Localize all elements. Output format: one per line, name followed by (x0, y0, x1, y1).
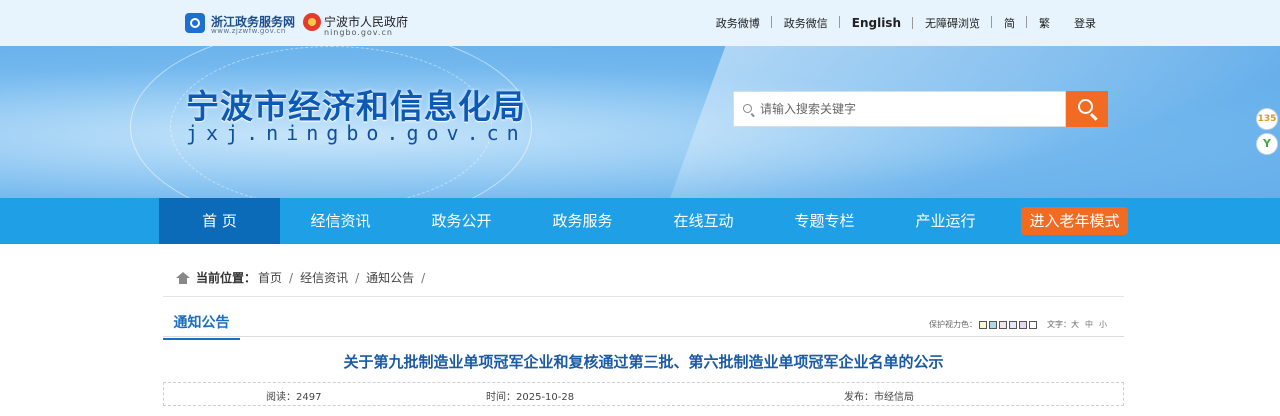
top-link-traditional[interactable]: 繁 (1027, 15, 1062, 31)
ningbo-gov-logo-link[interactable]: 宁波市人民政府 ningbo.gov.cn (303, 13, 413, 37)
senior-mode-button[interactable]: 进入老年模式 (1021, 207, 1128, 235)
nav-gov-service[interactable]: 政务服务 (522, 198, 643, 244)
font-size-small[interactable]: 小 (1099, 319, 1107, 330)
breadcrumb-separator: / (421, 270, 426, 285)
nav-industry[interactable]: 产业运行 (885, 198, 1006, 244)
site-domain: jxj.ningbo.gov.cn (186, 121, 527, 145)
search-icon (743, 104, 752, 113)
breadcrumb-home[interactable]: 首页 (258, 269, 282, 286)
breadcrumb-news[interactable]: 经信资讯 (300, 269, 348, 286)
nav-news[interactable]: 经信资讯 (280, 198, 401, 244)
section-tab-notices[interactable]: 通知公告 (163, 312, 240, 340)
top-link-weibo[interactable]: 政务微博 (704, 15, 772, 31)
vision-color-label: 保护视力色： (929, 320, 977, 329)
search-button[interactable] (1066, 91, 1108, 127)
floating-135-badge[interactable]: 135 (1256, 108, 1278, 130)
vision-color-swatch-purple[interactable] (1019, 320, 1027, 329)
article-publisher: 发布：市经信局 (844, 392, 914, 403)
search-icon (1078, 99, 1093, 114)
breadcrumb-separator: / (289, 270, 294, 285)
font-size-medium[interactable]: 中 (1085, 319, 1093, 330)
vision-color-swatch-pink[interactable] (999, 320, 1007, 329)
article-date: 时间：2025-10-28 (486, 392, 575, 403)
reading-tools: 保护视力色： 文字： 大 中 小 (929, 319, 1107, 330)
nav-interaction[interactable]: 在线互动 (643, 198, 764, 244)
top-link-simplified[interactable]: 简 (992, 15, 1027, 31)
breadcrumb: 当前位置： 首页 / 经信资讯 / 通知公告 / (176, 269, 432, 286)
breadcrumb-notices[interactable]: 通知公告 (366, 269, 414, 286)
vision-color-swatch-lavender[interactable] (1009, 320, 1017, 329)
font-size-label: 文字： (1047, 320, 1071, 329)
nav-gov-open[interactable]: 政务公开 (401, 198, 522, 244)
vision-color-swatch-white[interactable] (1029, 320, 1037, 329)
vision-color-swatch-yellow[interactable] (979, 320, 987, 329)
nav-topics[interactable]: 专题专栏 (764, 198, 885, 244)
top-link-accessibility[interactable]: 无障碍浏览 (913, 15, 992, 31)
zjzwfw-logo-url: www.zjzwfw.gov.cn (211, 27, 286, 35)
font-size-large[interactable]: 大 (1071, 319, 1079, 330)
vision-color-swatch-blue[interactable] (989, 320, 997, 329)
location-home-icon (176, 271, 190, 284)
main-nav: 首 页 经信资讯 政务公开 政务服务 在线互动 专题专栏 产业运行 进入老年模式 (0, 198, 1280, 244)
section-divider (163, 336, 1124, 337)
floating-y-badge[interactable]: Y (1256, 133, 1278, 155)
zjzwfw-logo-link[interactable]: 浙江政务服务网 www.zjzwfw.gov.cn (185, 13, 305, 35)
top-links: 政务微博 政务微信 English 无障碍浏览 简 繁 登录 (704, 15, 1108, 31)
search-input[interactable] (760, 92, 1060, 126)
article-title: 关于第九批制造业单项冠军企业和复核通过第三批、第六批制造业单项冠军企业名单的公示 (343, 353, 944, 371)
article-read-count: 阅读：2497 (266, 392, 322, 403)
zjzwfw-logo-icon (185, 13, 205, 33)
national-emblem-icon (303, 13, 321, 31)
breadcrumb-separator: / (355, 270, 360, 285)
top-link-wechat[interactable]: 政务微信 (772, 15, 840, 31)
nav-home[interactable]: 首 页 (159, 198, 280, 244)
breadcrumb-label: 当前位置： (196, 271, 257, 285)
ningbo-gov-logo-url: ningbo.gov.cn (324, 28, 393, 37)
article-meta: 阅读：2497 时间：2025-10-28 发布：市经信局 (163, 382, 1124, 406)
top-link-english[interactable]: English (840, 16, 914, 30)
top-link-login[interactable]: 登录 (1062, 15, 1108, 31)
breadcrumb-divider (163, 296, 1124, 297)
search-box (733, 91, 1066, 127)
